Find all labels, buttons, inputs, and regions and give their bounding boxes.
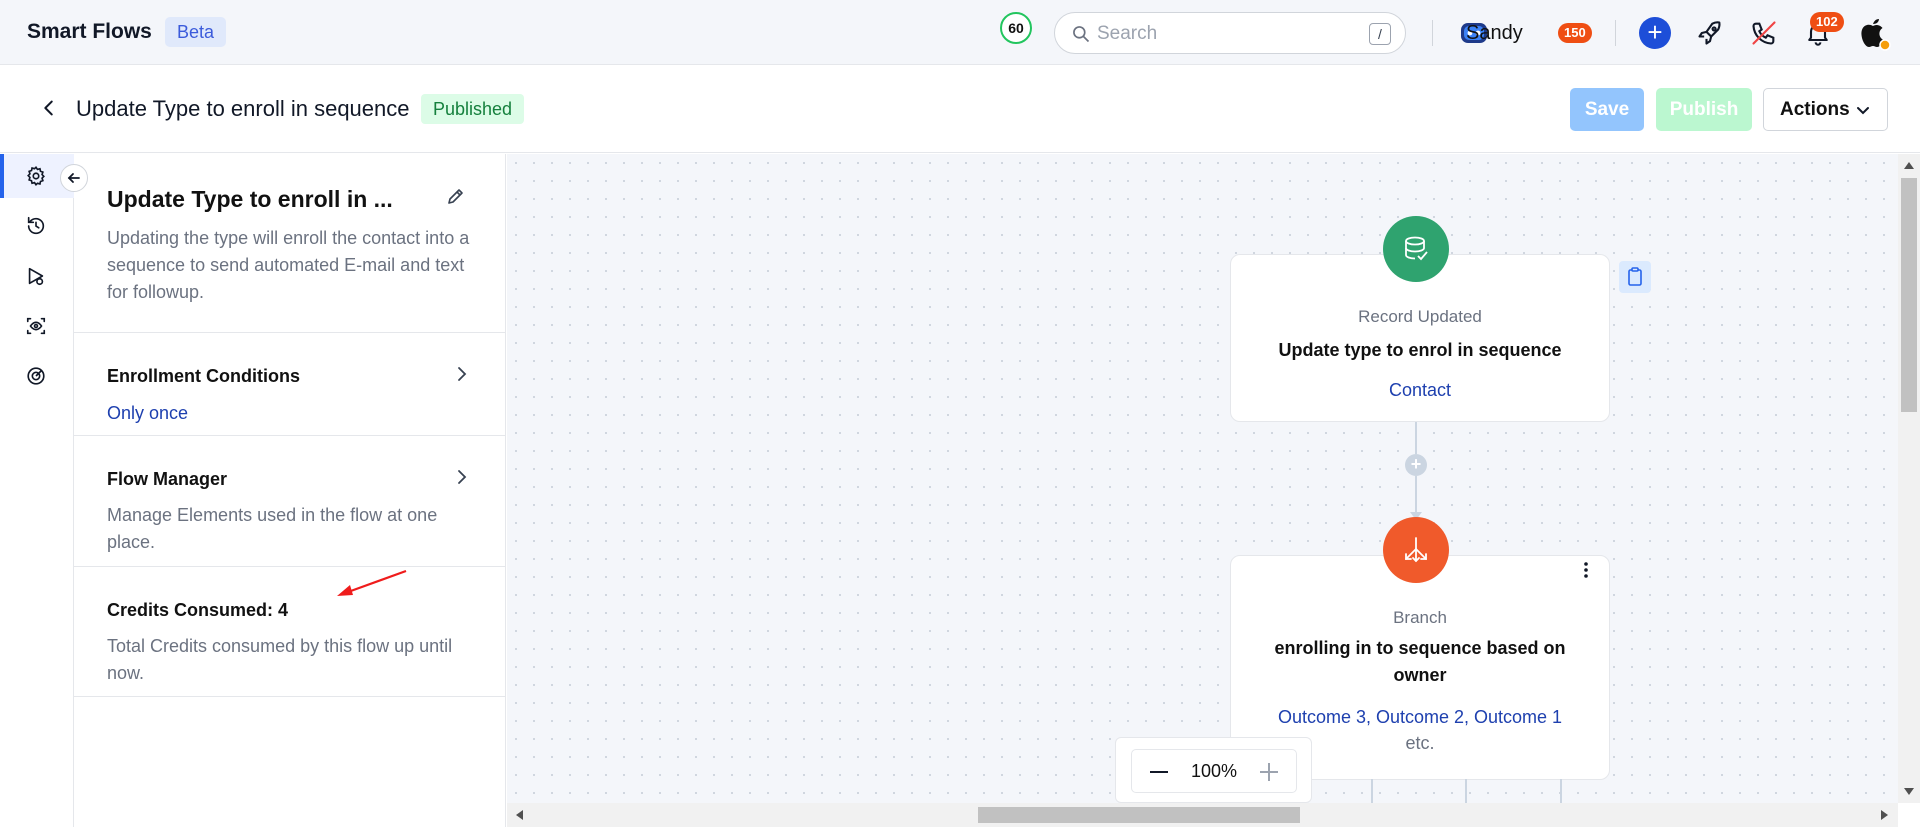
rail-goal[interactable] [0,354,74,398]
actions-dropdown[interactable]: Actions [1763,88,1888,131]
node-name: enrolling in to sequence based on owner [1274,638,1566,685]
connector-line [1415,476,1417,512]
scroll-right-arrow[interactable] [1881,810,1888,820]
credits-title: Credits Consumed: 4 [107,600,289,620]
search-icon [1073,26,1090,43]
enrollment-value[interactable]: Only once [107,403,188,424]
chevron-down-icon [1857,107,1869,115]
search-input[interactable]: Search / [1054,12,1406,54]
back-arrow-icon[interactable] [38,97,60,119]
icon-rail [0,154,74,827]
rail-test-run[interactable] [0,254,74,298]
trigger-icon-circle [1383,216,1449,282]
goal-icon [27,367,45,385]
branch-line [1371,779,1373,803]
flow-description: Updating the type will enroll the contac… [107,228,470,302]
more-options-icon[interactable] [1576,560,1596,580]
zoom-in-button[interactable] [1258,761,1280,783]
history-icon [27,216,45,235]
node-object-link[interactable]: Contact [1231,380,1609,401]
save-button[interactable]: Save [1570,88,1644,131]
page-title: Update Type to enroll in sequence [76,96,410,121]
search-placeholder: Search [1097,23,1158,44]
search-shortcut: / [1369,23,1391,45]
flow-header: Update Type to enroll in sequence Publis… [0,65,1920,153]
scroll-left-arrow[interactable] [516,810,523,820]
credits-indicator[interactable]: 60 [1000,12,1032,44]
flow-manager-title: Flow Manager [107,469,228,489]
chevron-right-icon [458,470,467,484]
branch-outcomes-link[interactable]: Outcome 3, Outcome 2, Outcome 1 [1231,707,1609,728]
rocket-icon[interactable] [1696,19,1724,47]
vertical-scrollbar[interactable] [1898,154,1920,803]
actions-label: Actions [1780,99,1850,120]
database-check-icon [1405,236,1428,261]
app-title: Smart Flows [27,20,152,43]
status-badge: Published [421,94,525,124]
scroll-thumb[interactable] [978,807,1300,823]
branch-line [1560,779,1562,803]
quick-add-button[interactable]: + [1639,17,1671,49]
divider [1432,20,1433,46]
flow-manager-description: Manage Elements used in the flow at one … [107,505,438,552]
pencil-icon[interactable] [446,186,466,206]
divider [1615,20,1616,46]
beta-badge: Beta [165,17,227,47]
scroll-up-arrow[interactable] [1904,162,1914,169]
clipboard-icon [1628,267,1642,286]
credits-description: Total Credits consumed by this flow up u… [107,636,453,683]
add-step-button[interactable]: + [1405,454,1427,476]
branch-split-icon [1405,537,1427,563]
annotation-arrow-icon [337,569,407,596]
preview-icon [26,317,46,335]
flow-info-section: Update Type to enroll in ... Updating th… [74,154,506,333]
node-name: Update type to enrol in sequence [1278,340,1562,360]
notifications-badge: 102 [1810,12,1844,32]
top-bar: Smart Flows Beta 60 Search / Sandy 150 +… [0,0,1920,65]
test-run-icon [28,267,44,286]
scroll-thumb[interactable] [1901,178,1917,412]
rail-preview[interactable] [0,304,74,348]
chevron-right-icon [458,367,467,381]
enrollment-conditions-section[interactable]: Enrollment Conditions Only once [74,333,506,436]
connector-line [1415,422,1417,454]
enrollment-title: Enrollment Conditions [107,366,300,386]
flow-name: Update Type to enroll in ... [107,186,393,212]
node-type: Branch [1393,608,1447,627]
user-credits-badge: 150 [1558,23,1592,43]
scroll-down-arrow[interactable] [1904,788,1914,795]
collapse-panel-button[interactable] [60,164,88,192]
avatar[interactable] [1855,15,1891,51]
user-name[interactable]: Sandy [1466,22,1523,45]
credits-section: Credits Consumed: 4 Total Credits consum… [74,567,506,697]
arrow-left-icon [67,173,80,183]
horizontal-scrollbar[interactable] [507,803,1898,827]
branch-icon-circle [1383,517,1449,583]
clipboard-button[interactable] [1619,261,1651,293]
flow-manager-section[interactable]: Flow Manager Manage Elements used in the… [74,436,506,567]
phone-off-icon[interactable] [1750,19,1778,47]
publish-button[interactable]: Publish [1656,88,1752,131]
gear-icon [27,166,45,186]
zoom-control: 100% [1115,737,1312,803]
flow-canvas[interactable]: Record Updated Update type to enrol in s… [507,154,1898,803]
settings-panel: Update Type to enroll in ... Updating th… [74,154,506,827]
branch-line [1465,779,1467,803]
node-type: Record Updated [1358,307,1482,326]
rail-history[interactable] [0,204,74,248]
